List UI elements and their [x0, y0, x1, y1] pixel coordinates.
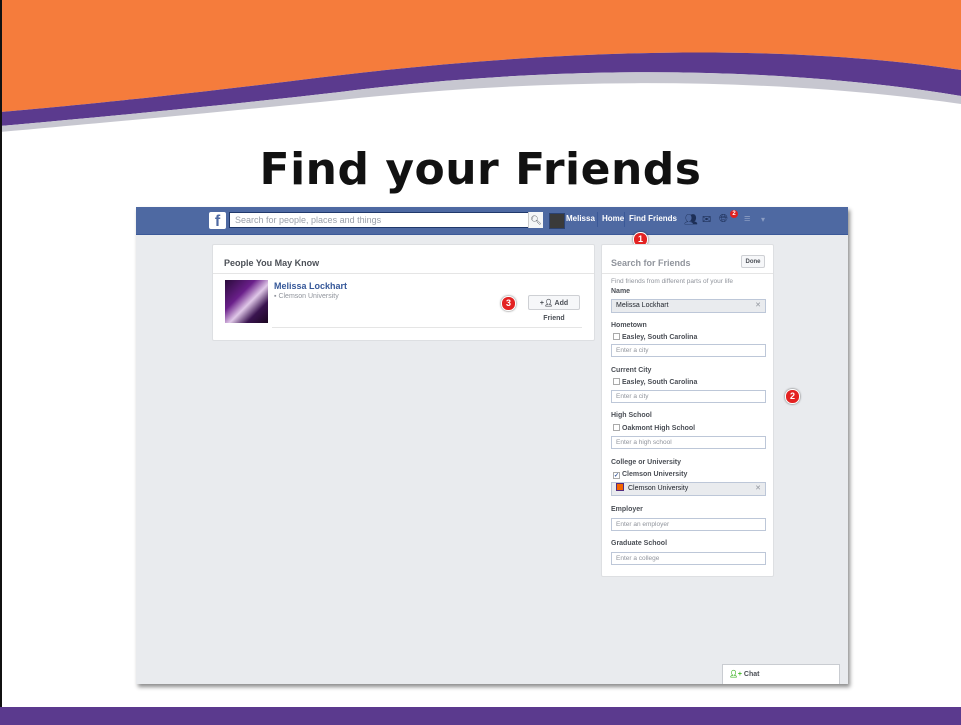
done-button[interactable]: Done — [741, 255, 765, 268]
find-friends-link[interactable]: Find Friends — [629, 214, 677, 223]
profile-photo[interactable] — [225, 280, 268, 323]
college-label: College or University — [611, 459, 682, 466]
chat-bar[interactable]: 👤︎+ Chat — [722, 664, 840, 684]
callout-3: 3 — [501, 296, 516, 311]
panel-title: Search for Friends — [611, 258, 691, 268]
slide: Find your Friends f Search for people, p… — [0, 0, 961, 725]
card-title: People You May Know — [224, 258, 320, 268]
divider — [272, 327, 582, 328]
name-token-text: Melissa Lockhart — [616, 302, 669, 309]
close-icon[interactable]: ✕ — [755, 483, 761, 495]
name-token[interactable]: Melissa Lockhart ✕ — [611, 299, 766, 313]
chevron-down-icon[interactable]: ▾ — [761, 215, 765, 224]
avatar[interactable] — [549, 213, 565, 229]
facebook-logo[interactable]: f — [209, 212, 226, 230]
employer-label: Employer — [611, 506, 643, 513]
high-school-option[interactable]: Oakmont High School — [613, 424, 695, 432]
current-city-option[interactable]: Easley, South Carolina — [613, 378, 697, 386]
current-city-label: Current City — [611, 367, 652, 374]
slide-edge — [0, 0, 2, 725]
hometown-option-text: Easley, South Carolina — [622, 334, 698, 341]
home-link[interactable]: Home — [602, 214, 624, 223]
checkbox-icon[interactable] — [613, 333, 620, 340]
people-you-may-know-card: People You May Know Melissa Lockhart ▪ C… — [212, 244, 595, 341]
facebook-screenshot: f Search for people, places and things 🔍… — [136, 207, 848, 684]
name-label: Name — [611, 288, 631, 295]
person-school: ▪ Clemson University — [274, 293, 339, 300]
search-icon[interactable]: 🔍︎ — [528, 212, 543, 228]
current-city-input[interactable]: Enter a city — [611, 390, 766, 403]
notifications-icon[interactable]: 🌐︎ — [719, 213, 728, 226]
profile-link[interactable]: Melissa — [566, 214, 595, 223]
checkbox-icon[interactable] — [613, 424, 620, 431]
high-school-label: High School — [611, 412, 652, 419]
checked-checkbox-icon[interactable]: ✓ — [613, 472, 620, 479]
panel-subtitle: Find friends from different parts of you… — [611, 278, 733, 285]
privacy-shortcuts-icon[interactable]: ≡ — [744, 213, 750, 225]
hometown-option[interactable]: Easley, South Carolina — [613, 333, 697, 341]
messages-icon[interactable]: ✉︎ — [702, 213, 711, 226]
high-school-option-text: Oakmont High School — [622, 425, 696, 432]
chat-icon: 👤︎+ — [729, 671, 744, 678]
divider — [213, 273, 594, 274]
high-school-input[interactable]: Enter a high school — [611, 436, 766, 449]
search-for-friends-panel: Search for Friends Done Find friends fro… — [601, 244, 774, 577]
nav-divider — [624, 212, 625, 227]
person-name-link[interactable]: Melissa Lockhart — [274, 281, 347, 291]
college-token[interactable]: Clemson University ✕ — [611, 482, 766, 496]
close-icon[interactable]: ✕ — [755, 300, 761, 312]
current-city-option-text: Easley, South Carolina — [622, 379, 698, 386]
slide-footer-bar — [0, 707, 961, 725]
graduate-school-input[interactable]: Enter a college — [611, 552, 766, 565]
callout-2: 2 — [785, 389, 800, 404]
nav-divider — [597, 212, 598, 227]
college-option-text: Clemson University — [622, 471, 688, 478]
search-input[interactable]: Search for people, places and things — [229, 212, 543, 228]
college-option[interactable]: ✓ Clemson University — [613, 471, 687, 479]
friend-requests-icon[interactable]: 👥︎ — [684, 213, 698, 226]
hometown-input[interactable]: Enter a city — [611, 344, 766, 357]
add-friend-icon: +👤︎ — [539, 300, 555, 307]
chat-label: Chat — [743, 671, 760, 678]
add-friend-button[interactable]: +👤︎ Add Friend — [528, 295, 580, 322]
slide-title: Find your Friends — [259, 144, 702, 195]
school-logo-icon — [616, 483, 624, 491]
divider — [602, 273, 773, 274]
college-token-text: Clemson University — [628, 485, 689, 492]
slide-banner — [0, 0, 961, 132]
checkbox-icon[interactable] — [613, 378, 620, 385]
top-navigation-bar: f Search for people, places and things 🔍… — [136, 207, 848, 235]
hometown-label: Hometown — [611, 322, 647, 329]
employer-input[interactable]: Enter an employer — [611, 518, 766, 531]
person-school-text: Clemson University — [278, 293, 339, 300]
graduate-school-label: Graduate School — [611, 540, 668, 547]
notification-badge: 2 — [730, 210, 738, 218]
